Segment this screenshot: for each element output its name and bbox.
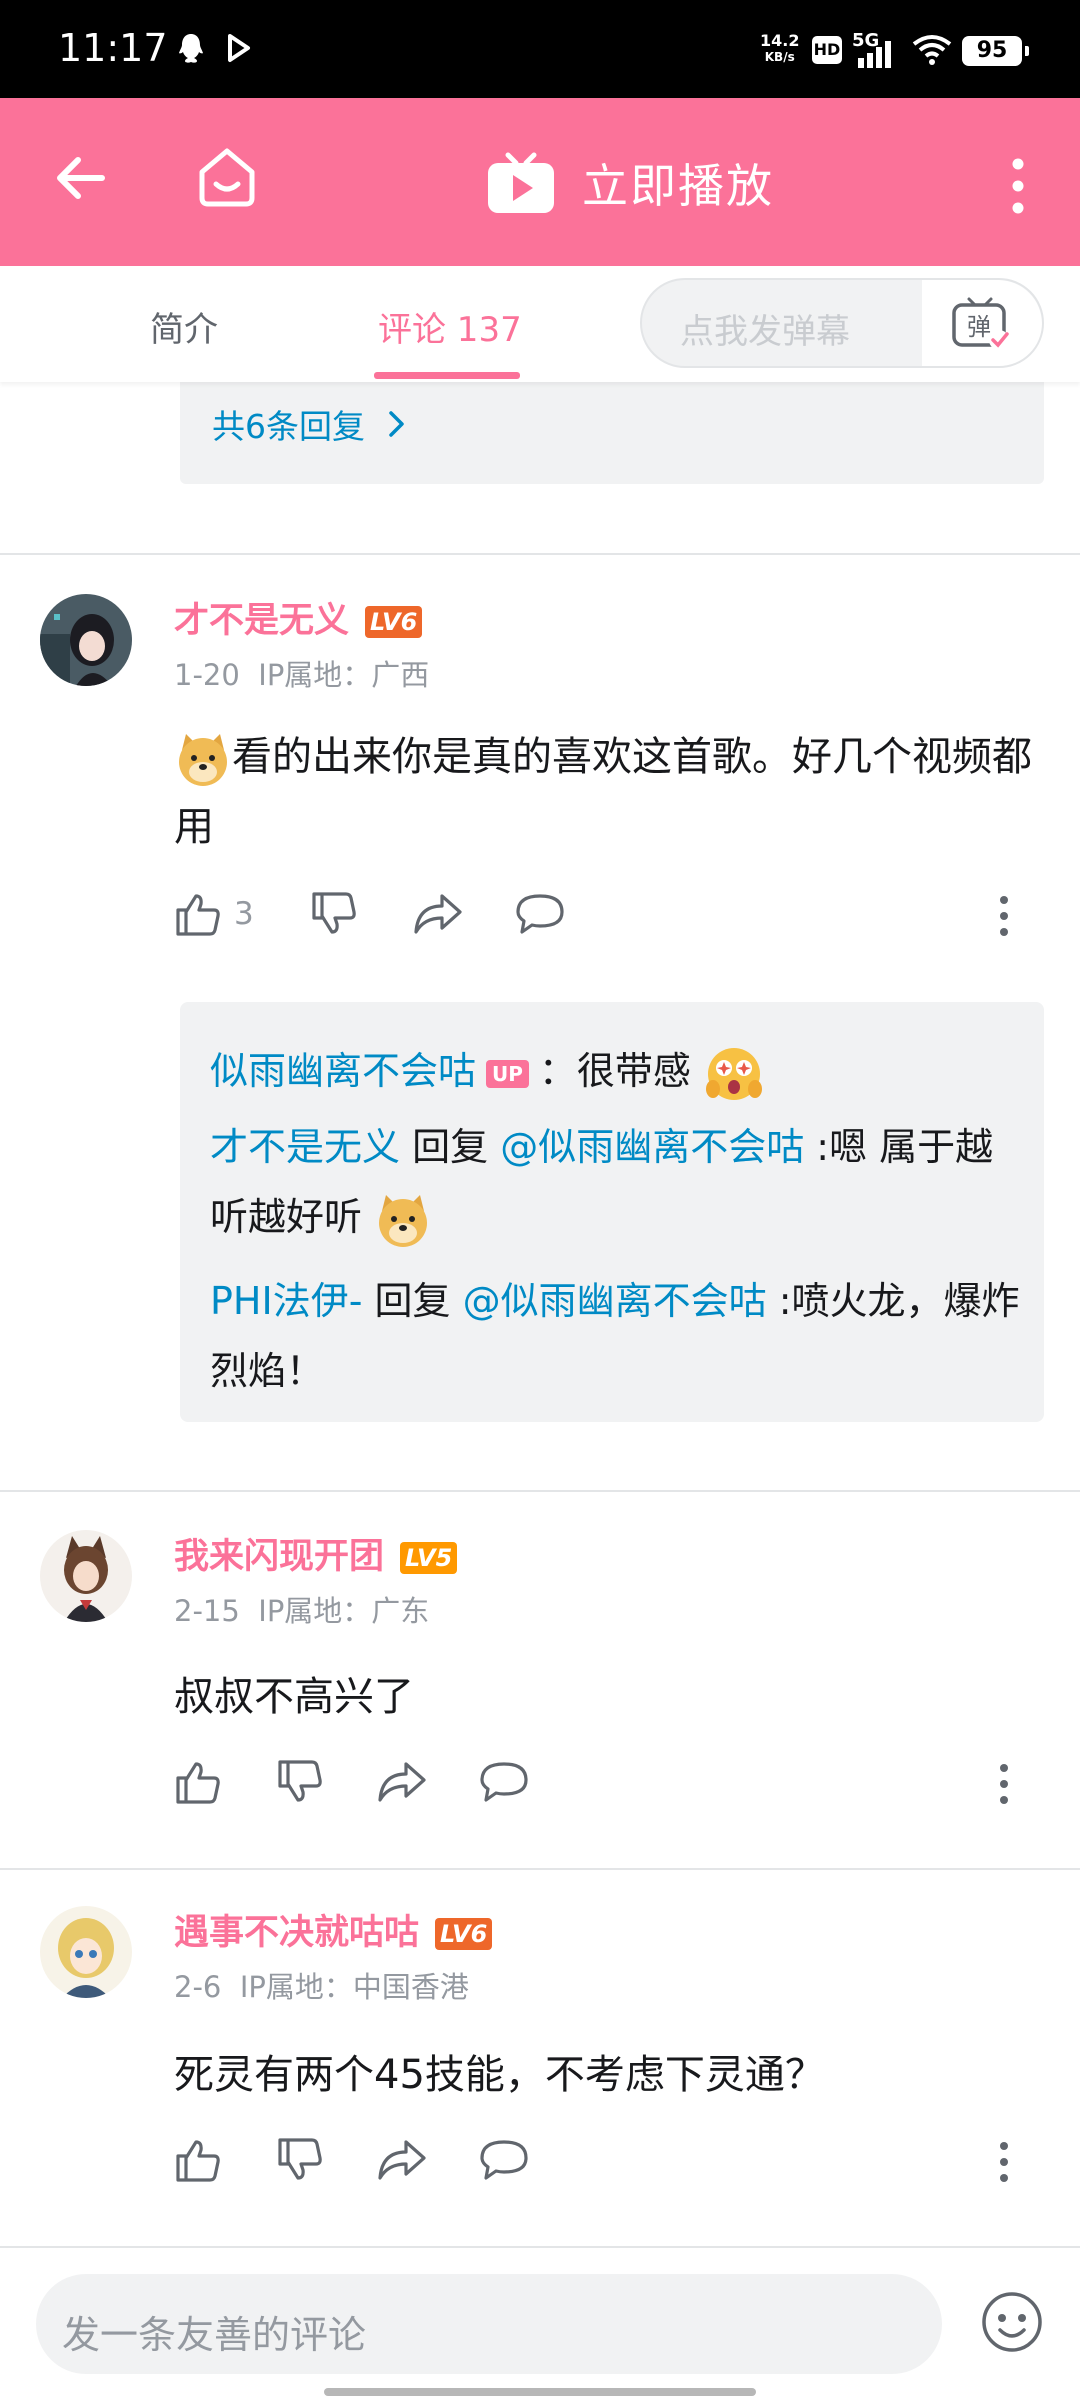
- play-now-label: 立即播放: [582, 159, 774, 213]
- comment-meta: 1-20 IP属地：广西: [174, 658, 430, 692]
- home-icon[interactable]: [196, 146, 258, 208]
- title-bar: 立即播放: [0, 98, 1080, 266]
- level-badge: LV6: [435, 1918, 493, 1950]
- thumbs-down-icon: [278, 2138, 322, 2180]
- comment-username[interactable]: 才不是无义 LV6: [174, 592, 423, 643]
- sub-reply[interactable]: 才不是无义 回复 @似雨幽离不会咕 :嗯 属于越听越好听: [210, 1112, 1020, 1252]
- avatar[interactable]: [40, 1530, 132, 1622]
- chevron-right-icon: [389, 411, 404, 437]
- comment-actions: [174, 2136, 1014, 2192]
- signal-icon: [858, 41, 891, 68]
- sub-reply-target[interactable]: @似雨幽离不会咕: [463, 1279, 767, 1323]
- comment-actions: [174, 1758, 1014, 1814]
- share-icon: [378, 1762, 426, 1802]
- excited-emoji-icon: [706, 1047, 763, 1100]
- comment-username[interactable]: 我来闪现开团 LV5: [174, 1528, 458, 1579]
- sub-replies-box: 似雨幽离不会咕 UP ：很带感 才不是无义 回复 @似雨幽离不会咕 :嗯 属于越听越…: [180, 1002, 1044, 1422]
- like-button[interactable]: [174, 1758, 222, 1806]
- tab-active-indicator: [374, 372, 520, 379]
- dislike-button[interactable]: [276, 2136, 324, 2184]
- emoji-picker-icon[interactable]: [980, 2290, 1044, 2354]
- comment-meta: 2-15 IP属地：广东: [174, 1594, 430, 1628]
- user-avatar-image: [40, 594, 132, 686]
- comment-username[interactable]: 遇事不决就咕咕 LV6: [174, 1904, 493, 1955]
- reply-summary-box: 共6条回复: [180, 370, 1044, 484]
- level-badge: LV5: [400, 1542, 458, 1574]
- comment-more-icon[interactable]: [994, 2140, 1014, 2184]
- share-button[interactable]: [412, 890, 464, 938]
- comment-bubble-icon: [480, 2140, 528, 2180]
- status-time: 11:17: [58, 26, 168, 70]
- divider: [0, 1490, 1080, 1492]
- net-speed: 14.2 KB/s: [760, 31, 800, 64]
- view-all-replies-link[interactable]: 共6条回复: [212, 400, 413, 448]
- battery-indicator: 95: [962, 36, 1029, 66]
- danmu-toggle-button[interactable]: 弹: [922, 280, 1042, 366]
- play-now-button[interactable]: 立即播放: [486, 148, 774, 218]
- thumbs-down-icon: [312, 892, 356, 934]
- danmu-input[interactable]: 点我发弹幕 弹: [640, 278, 1044, 368]
- comment-more-icon[interactable]: [994, 1762, 1014, 1806]
- reply-button[interactable]: [514, 890, 566, 938]
- comment-bubble-icon: [516, 894, 564, 934]
- up-badge: UP: [486, 1059, 529, 1088]
- tab-comments[interactable]: 评论 137: [378, 302, 522, 351]
- comment-input-placeholder: 发一条友善的评论: [62, 2313, 367, 2357]
- danmu-placeholder: 点我发弹幕: [680, 312, 850, 352]
- sub-reply-user[interactable]: 似雨幽离不会咕: [210, 1049, 476, 1093]
- like-count: 3: [234, 896, 254, 932]
- doge-emoji-icon: [179, 734, 227, 786]
- reply-button[interactable]: [478, 2136, 530, 2184]
- tv-play-icon: [488, 152, 554, 213]
- sub-reply[interactable]: PHI法伊- 回复 @似雨幽离不会咕 :喷火龙，爆炸烈焰！: [210, 1266, 1020, 1406]
- play-status-icon: [228, 34, 250, 62]
- share-button[interactable]: [376, 2136, 428, 2184]
- avatar[interactable]: [40, 594, 132, 686]
- user-avatar-image: [40, 1906, 132, 1998]
- sub-reply-target[interactable]: @似雨幽离不会咕: [500, 1125, 804, 1169]
- svg-text:弹: 弹: [967, 313, 991, 341]
- comment-actions: 3: [174, 890, 1014, 946]
- share-icon: [414, 894, 462, 934]
- thumbs-down-icon: [278, 1760, 322, 1802]
- dislike-button[interactable]: [276, 1758, 324, 1806]
- comment-input[interactable]: 发一条友善的评论: [36, 2274, 942, 2374]
- tab-intro[interactable]: 简介: [150, 302, 218, 351]
- user-avatar-image: [40, 1530, 132, 1622]
- danmu-icon: 弹: [952, 297, 1009, 350]
- like-button[interactable]: [174, 2136, 222, 2184]
- like-button[interactable]: 3: [174, 890, 254, 938]
- comment-meta: 2-6 IP属地：中国香港: [174, 1970, 469, 2004]
- comment-more-icon[interactable]: [994, 894, 1014, 938]
- divider: [0, 553, 1080, 555]
- qq-icon: [179, 34, 203, 63]
- level-badge: LV6: [365, 606, 423, 638]
- sub-reply-user[interactable]: 才不是无义: [210, 1125, 400, 1169]
- more-menu-icon[interactable]: [1008, 156, 1028, 216]
- avatar[interactable]: [40, 1906, 132, 1998]
- thumbs-up-icon: [176, 894, 220, 936]
- tab-bar: 简介 评论 137 点我发弹幕 弹: [0, 266, 1080, 382]
- wifi-icon: [912, 35, 952, 65]
- hd-badge: HD: [812, 36, 842, 64]
- share-icon: [378, 2140, 426, 2180]
- back-arrow-icon[interactable]: [54, 152, 106, 204]
- comment-text: 死灵有两个45技能，不考虑下灵通？: [174, 2052, 825, 2098]
- thumbs-up-icon: [176, 2140, 220, 2182]
- home-indicator[interactable]: [324, 2388, 756, 2396]
- comment-text: 叔叔不高兴了: [174, 1674, 414, 1720]
- thumbs-up-icon: [176, 1762, 220, 1804]
- sub-reply-user[interactable]: PHI法伊-: [210, 1279, 362, 1323]
- dislike-button[interactable]: [310, 890, 358, 938]
- reply-button[interactable]: [478, 1758, 530, 1806]
- divider: [0, 1868, 1080, 1870]
- comment-bubble-icon: [480, 1762, 528, 1802]
- status-bar: 11:17 14.2 KB/s HD 5G 95: [0, 0, 1080, 98]
- comment-text: 看的出来你是真的喜欢这首歌。好几个视频都用: [174, 722, 1044, 862]
- sub-reply[interactable]: 似雨幽离不会咕 UP ：很带感: [210, 1036, 1020, 1106]
- comment-input-bar: 发一条友善的评论: [0, 2246, 1080, 2400]
- doge-emoji-icon: [379, 1194, 428, 1247]
- share-button[interactable]: [376, 1758, 428, 1806]
